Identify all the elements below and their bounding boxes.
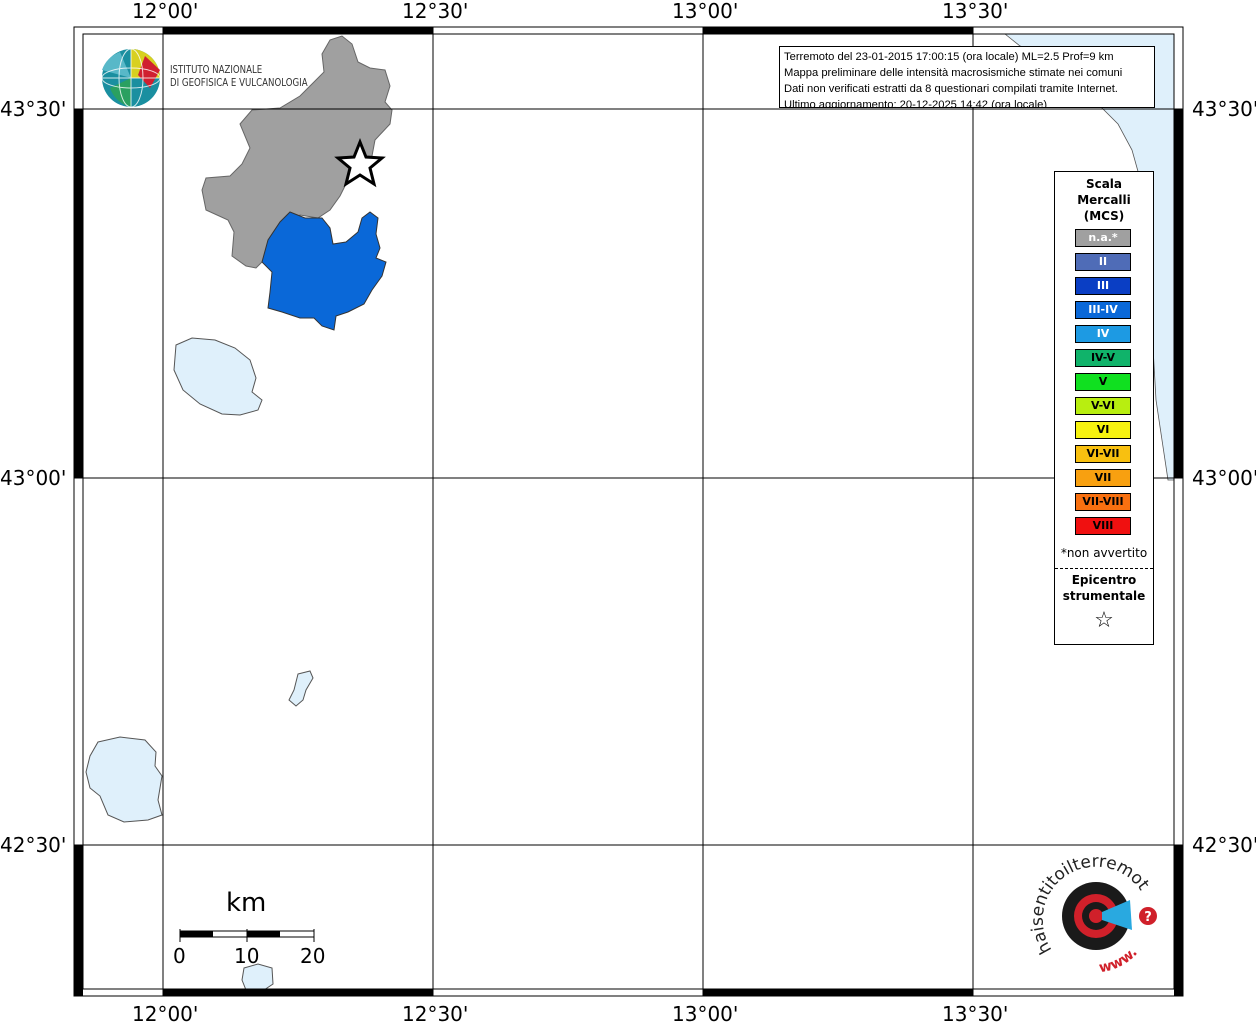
legend-item: VIII <box>1075 517 1131 535</box>
ingv-logo-text: ISTITUTO NAZIONALE DI GEOFISICA E VULCAN… <box>170 64 308 90</box>
legend-epicenter-label: Epicentro <box>1071 573 1137 587</box>
legend-item: III <box>1075 277 1131 295</box>
right-axis-label: 42°30' <box>1192 833 1256 857</box>
info-line-update: Ultimo aggiornamento: 20-12-2025 14:42 (… <box>784 99 1048 108</box>
scale-bar-unit: km <box>226 888 267 918</box>
info-line-event: Terremoto del 23-01-2015 17:00:15 (ora l… <box>784 51 1114 63</box>
svg-text:?: ? <box>1144 910 1152 925</box>
ingv-logo-line2: DI GEOFISICA E VULCANOLOGIA <box>170 77 308 89</box>
left-axis-label: 43°30' <box>0 97 67 121</box>
legend-item: VII <box>1075 469 1131 487</box>
right-axis-label: 43°30' <box>1192 97 1256 121</box>
legend-item: V <box>1075 373 1131 391</box>
info-line-data: Dati non verificati estratti da 8 questi… <box>784 83 1118 95</box>
legend-item: VI <box>1075 421 1131 439</box>
top-axis-label: 12°00' <box>132 0 199 23</box>
legend-item: IV <box>1075 325 1131 343</box>
legend-title-scala: Scala <box>1085 177 1123 191</box>
top-axis-label: 13°30' <box>942 0 1009 23</box>
legend-item: VI-VII <box>1075 445 1131 463</box>
legend-item: VII-VIII <box>1075 493 1131 511</box>
legend-item: III-IV <box>1075 301 1131 319</box>
bottom-axis-label: 12°00' <box>132 1002 199 1026</box>
legend-epicenter-label2: strumentale <box>1062 589 1146 603</box>
mcs-legend: Scala Mercalli (MCS) n.a.* II III III-IV IV I… <box>1054 171 1154 645</box>
top-axis-label: 12°30' <box>402 0 469 23</box>
legend-item: n.a.* <box>1075 229 1131 247</box>
legend-separator <box>1055 568 1153 569</box>
left-axis-label: 43°00' <box>0 466 67 490</box>
info-line-map: Mappa preliminare delle intensità macros… <box>784 67 1123 79</box>
ingv-logo-globe <box>101 48 161 108</box>
legend-title-mercalli: Mercalli <box>1077 193 1131 207</box>
legend-item: II <box>1075 253 1131 271</box>
earthquake-info-box: Terremoto del 23-01-2015 17:00:15 (ora l… <box>779 46 1155 108</box>
ingv-logo-line1: ISTITUTO NAZIONALE <box>170 64 263 76</box>
legend-title-mcs: (MCS) <box>1083 209 1125 223</box>
top-axis-label: 13°00' <box>672 0 739 23</box>
scale-bar-label: 10 <box>234 944 260 968</box>
legend-item: V-VI <box>1075 397 1131 415</box>
left-axis-label: 42°30' <box>0 833 67 857</box>
scale-bar-label: 0 <box>173 944 186 968</box>
bottom-axis-label: 13°00' <box>672 1002 739 1026</box>
scale-bar-label: 20 <box>300 944 326 968</box>
legend-item: IV-V <box>1075 349 1131 367</box>
legend-note: *non avvertito <box>1060 546 1148 560</box>
bottom-axis-label: 12°30' <box>402 1002 469 1026</box>
bottom-axis-label: 13°30' <box>942 1002 1009 1026</box>
right-axis-label: 43°00' <box>1192 466 1256 490</box>
epicenter-star-icon: ☆ <box>1094 608 1114 633</box>
